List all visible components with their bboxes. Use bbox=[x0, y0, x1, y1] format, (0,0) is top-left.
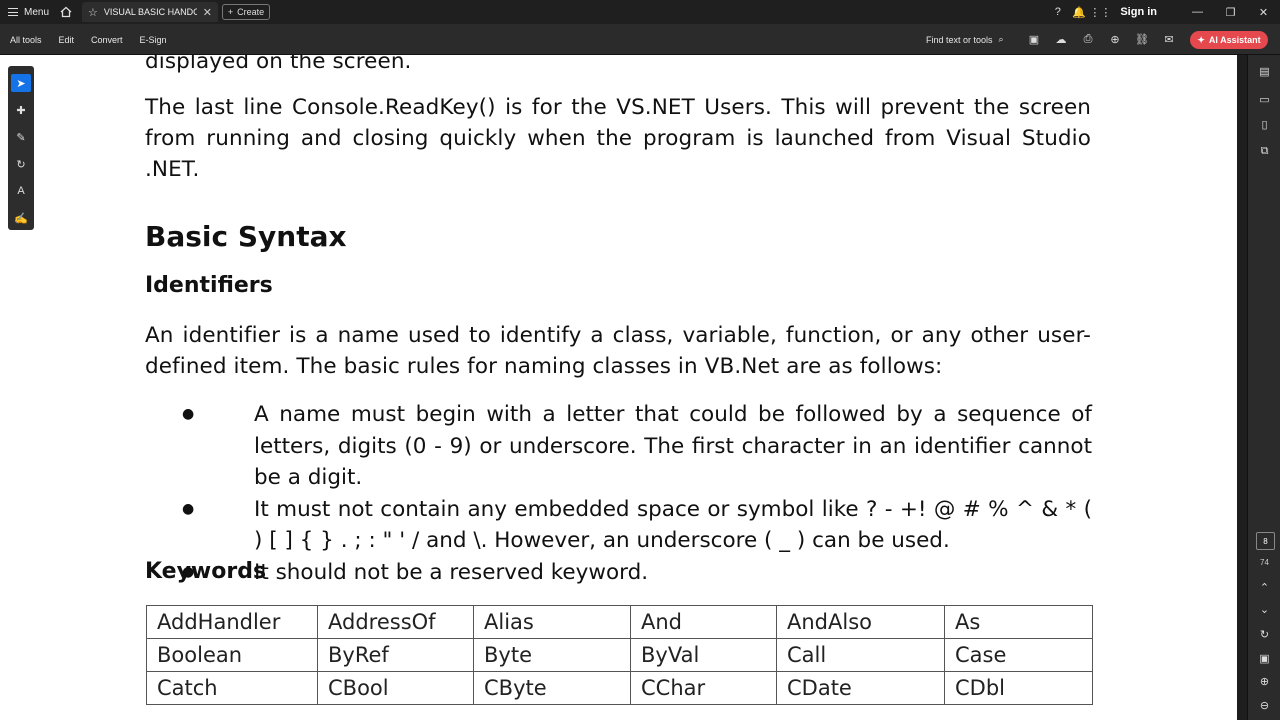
bullet-icon: ● bbox=[182, 406, 195, 422]
main-toolbar: All tools Edit Convert E-Sign Find text … bbox=[0, 24, 1280, 55]
select-cursor-icon[interactable]: ➤ bbox=[11, 74, 31, 92]
minimize-icon[interactable]: — bbox=[1181, 6, 1214, 18]
highlight-pen-icon[interactable]: ✎ bbox=[11, 128, 31, 146]
table-cell: Catch bbox=[146, 671, 318, 705]
find-label: Find text or tools bbox=[926, 34, 993, 45]
table-cell: Call bbox=[776, 638, 945, 672]
table-cell: ByRef bbox=[317, 638, 474, 672]
title-bar: Menu ☆ VISUAL BASIC HANDOU... ✕ + Create… bbox=[0, 0, 1280, 24]
table-cell: ByVal bbox=[630, 638, 777, 672]
upload-cloud-icon[interactable]: ☁ bbox=[1053, 33, 1069, 46]
ai-assistant-label: AI Assistant bbox=[1208, 35, 1261, 45]
find-tools-search[interactable]: Find text or tools ⌕ bbox=[926, 24, 1004, 55]
heading-keywords: Keywords bbox=[145, 559, 267, 584]
current-page-number[interactable]: 8 bbox=[1256, 532, 1275, 550]
list-item-text: It must not contain any embedded space o… bbox=[254, 496, 1092, 554]
document-view[interactable]: displayed on the screen. The last line C… bbox=[0, 55, 1237, 720]
text-line-top: displayed on the screen. bbox=[145, 55, 412, 74]
heading-identifiers: Identifiers bbox=[145, 273, 273, 298]
paragraph-identifier-definition: An identifier is a name used to identify… bbox=[145, 323, 1091, 379]
table-cell: AndAlso bbox=[776, 605, 945, 639]
table-cell: Alias bbox=[473, 605, 631, 639]
table-cell: And bbox=[630, 605, 777, 639]
table-row: Boolean ByRef Byte ByVal Call Case bbox=[146, 638, 1093, 672]
table-cell: Case bbox=[944, 638, 1093, 672]
menu-button[interactable]: Menu bbox=[8, 0, 49, 24]
link-icon[interactable]: ⛓ bbox=[1134, 33, 1150, 46]
list-item: ● A name must begin with a letter that c… bbox=[180, 399, 1092, 494]
hamburger-icon bbox=[8, 8, 18, 16]
table-cell: Byte bbox=[473, 638, 631, 672]
table-row: Catch CBool CByte CChar CDate CDbl bbox=[146, 671, 1093, 705]
email-icon[interactable]: ✉ bbox=[1161, 33, 1177, 46]
home-icon[interactable] bbox=[58, 4, 74, 20]
right-rail: ▤ ▭ ▯ ⧉ 8 74 ⌃ ⌄ ↻ ▣ ⊕ ⊖ bbox=[1247, 55, 1280, 720]
bullet-icon: ● bbox=[182, 500, 195, 517]
text-box-icon[interactable]: A bbox=[11, 182, 31, 200]
tab-title: VISUAL BASIC HANDOU... bbox=[103, 7, 197, 17]
search-icon: ⌕ bbox=[998, 34, 1004, 44]
apps-grid-icon[interactable]: ⋮⋮ bbox=[1089, 6, 1111, 19]
notifications-bell-icon[interactable]: 🔔 bbox=[1068, 6, 1089, 19]
tool-all-tools[interactable]: All tools bbox=[10, 35, 42, 45]
bookmarks-icon[interactable]: ▯ bbox=[1248, 118, 1280, 131]
add-comment-icon[interactable]: ✚ bbox=[11, 101, 31, 119]
heading-basic-syntax: Basic Syntax bbox=[145, 220, 347, 253]
ai-sparkle-icon: ✦ bbox=[1197, 34, 1205, 45]
page-fit-icon[interactable]: ▣ bbox=[1248, 652, 1280, 665]
tool-edit[interactable]: Edit bbox=[59, 35, 75, 45]
rotate-icon[interactable]: ↻ bbox=[1248, 628, 1280, 641]
sign-in-button[interactable]: Sign in bbox=[1120, 6, 1157, 18]
quick-tools-panel: ➤ ✚ ✎ ↻ A ✍ bbox=[8, 66, 34, 230]
tool-convert[interactable]: Convert bbox=[91, 35, 123, 45]
table-cell: Boolean bbox=[146, 638, 318, 672]
close-window-icon[interactable]: ✕ bbox=[1247, 6, 1280, 19]
close-tab-icon[interactable]: ✕ bbox=[203, 6, 212, 19]
document-tab[interactable]: ☆ VISUAL BASIC HANDOU... ✕ bbox=[82, 2, 218, 22]
keywords-table: AddHandler AddressOf Alias And AndAlso A… bbox=[146, 605, 1093, 705]
pages-thumbnails-icon[interactable]: ⧉ bbox=[1248, 145, 1280, 158]
document-panel-icon[interactable]: ▤ bbox=[1248, 65, 1280, 78]
save-icon[interactable]: ▣ bbox=[1026, 33, 1042, 46]
plus-icon: + bbox=[227, 7, 234, 17]
share-icon[interactable]: ⊕ bbox=[1107, 33, 1123, 46]
star-icon[interactable]: ☆ bbox=[88, 6, 98, 19]
create-button[interactable]: + Create bbox=[222, 4, 270, 20]
tool-e-sign[interactable]: E-Sign bbox=[140, 35, 167, 45]
print-icon[interactable]: ⎙ bbox=[1080, 33, 1096, 46]
table-cell: AddressOf bbox=[317, 605, 474, 639]
comments-panel-icon[interactable]: ▭ bbox=[1248, 93, 1280, 106]
scroll-down-icon[interactable]: ⌄ bbox=[1248, 603, 1280, 616]
zoom-in-icon[interactable]: ⊕ bbox=[1248, 675, 1280, 688]
table-cell: AddHandler bbox=[146, 605, 318, 639]
total-pages: 74 bbox=[1260, 558, 1269, 567]
table-cell: CBool bbox=[317, 671, 474, 705]
table-cell: CDbl bbox=[944, 671, 1093, 705]
ai-assistant-button[interactable]: ✦ AI Assistant bbox=[1190, 31, 1268, 49]
table-cell: CByte bbox=[473, 671, 631, 705]
table-cell: CChar bbox=[630, 671, 777, 705]
list-item: ● It must not contain any embedded space… bbox=[180, 494, 1092, 557]
restore-icon[interactable]: ❐ bbox=[1214, 6, 1247, 19]
table-cell: As bbox=[944, 605, 1093, 639]
list-item-text: A name must begin with a letter that cou… bbox=[254, 402, 1092, 490]
menu-label: Menu bbox=[24, 6, 50, 18]
paragraph-console-readkey: The last line Console.ReadKey() is for t… bbox=[145, 95, 1091, 182]
fill-sign-icon[interactable]: ✍ bbox=[11, 209, 31, 227]
table-row: AddHandler AddressOf Alias And AndAlso A… bbox=[146, 605, 1093, 639]
draw-lasso-icon[interactable]: ↻ bbox=[11, 155, 31, 173]
table-cell: CDate bbox=[776, 671, 945, 705]
scroll-up-icon[interactable]: ⌃ bbox=[1248, 581, 1280, 594]
help-icon[interactable]: ? bbox=[1047, 6, 1068, 18]
create-label: Create bbox=[237, 7, 265, 17]
zoom-out-icon[interactable]: ⊖ bbox=[1248, 699, 1280, 712]
scrollbar-track[interactable] bbox=[1237, 55, 1247, 720]
